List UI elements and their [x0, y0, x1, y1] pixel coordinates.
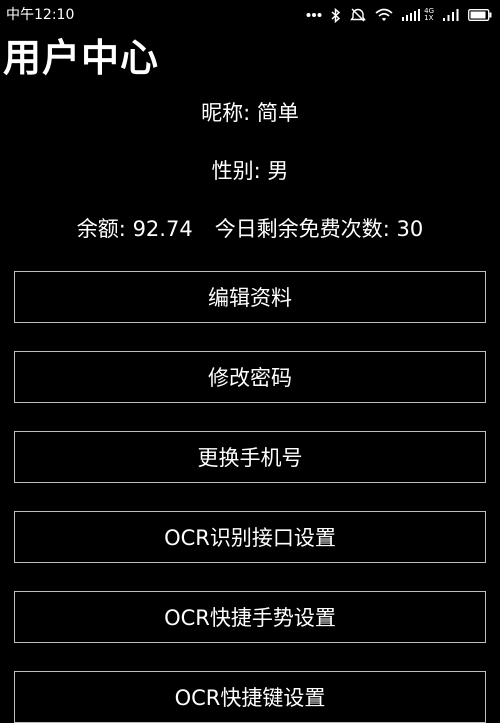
- change-password-button[interactable]: 修改密码: [14, 351, 486, 403]
- label-separator: :: [118, 217, 133, 241]
- label-separator: :: [253, 159, 268, 183]
- edit-profile-button[interactable]: 编辑资料: [14, 271, 486, 323]
- battery-icon: [468, 9, 492, 21]
- signal-strength-icon: [443, 9, 459, 21]
- status-time: 中午12:10: [6, 7, 75, 23]
- more-dots-icon: [306, 12, 322, 18]
- edit-profile-label: 编辑资料: [208, 286, 292, 310]
- do-not-disturb-icon: [350, 7, 367, 23]
- bluetooth-icon: [331, 7, 341, 23]
- page-title: 用户中心: [3, 36, 160, 80]
- ocr-hotkey-settings-button[interactable]: OCR快捷键设置: [14, 671, 486, 723]
- status-bar: 中午12:10 4G 1X: [0, 0, 500, 30]
- change-password-label: 修改密码: [208, 366, 292, 390]
- balance-value: 92.74: [132, 217, 193, 241]
- free-count-value: 30: [396, 217, 424, 241]
- ocr-api-settings-button[interactable]: OCR识别接口设置: [14, 511, 486, 563]
- ocr-hotkey-settings-label: OCR快捷键设置: [174, 686, 326, 710]
- gender-row: 性别: 男: [0, 157, 500, 185]
- signal-strength-icon: [402, 9, 421, 21]
- gender-value: 男: [267, 159, 289, 183]
- change-phone-label: 更换手机号: [197, 446, 303, 470]
- free-count-label: 今日剩余免费次数: [214, 217, 383, 241]
- network-type-label: 4G 1X: [424, 8, 434, 22]
- ocr-api-settings-label: OCR识别接口设置: [164, 526, 336, 550]
- balance-label: 余额: [76, 217, 119, 241]
- change-phone-button[interactable]: 更换手机号: [14, 431, 486, 483]
- label-separator: :: [243, 101, 257, 125]
- nickname-value: 简单: [256, 101, 299, 125]
- network-type-bottom: 1X: [424, 14, 434, 22]
- status-icons: 4G 1X: [306, 5, 492, 25]
- nickname-label: 昵称: [201, 101, 244, 125]
- ocr-gesture-settings-button[interactable]: OCR快捷手势设置: [14, 591, 486, 643]
- balance-row: 余额: 92.74 今日剩余免费次数: 30: [0, 215, 500, 243]
- nickname-row: 昵称: 简单: [0, 99, 500, 127]
- wifi-icon: [375, 8, 393, 22]
- label-separator: :: [382, 217, 397, 241]
- gender-label: 性别: [211, 159, 254, 183]
- ocr-gesture-settings-label: OCR快捷手势设置: [164, 606, 336, 630]
